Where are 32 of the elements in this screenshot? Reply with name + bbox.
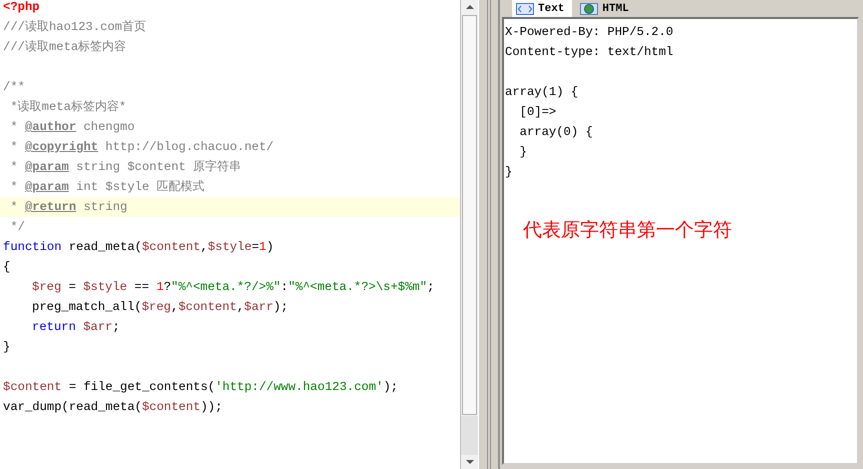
annotation-text: 代表原字符串第一个字符 <box>523 218 733 243</box>
output-line: [0]=> <box>518 104 558 121</box>
output-line: array(0) { <box>518 124 594 141</box>
output-line: X-Powered-By: PHP/5.2.0 <box>505 24 674 41</box>
code-line: * @param string $content 原字符串 <box>9 158 242 176</box>
code-line: var_dump(read_meta($content)); <box>2 399 224 416</box>
tab[interactable]: Text <box>512 0 572 17</box>
code-line: } <box>2 339 12 356</box>
code-line: * @param int $style 匹配模式 <box>9 179 206 196</box>
code-line: <?php <box>2 0 41 16</box>
output-line: } <box>505 164 514 181</box>
scroll-thumb[interactable] <box>462 15 477 415</box>
code-line: */ <box>9 219 26 236</box>
code-line: { <box>2 259 12 276</box>
code-line: /** <box>2 79 26 96</box>
code-line: preg_match_all($reg,$content,$arr); <box>31 299 290 316</box>
output-line: } <box>518 144 528 161</box>
code-line: * @author chengmo <box>9 119 136 136</box>
code-line: ///读取hao123.com首页 <box>2 19 148 36</box>
code-line: $content = file_get_contents('http://www.hao123.com'); <box>2 379 399 396</box>
code-line: *读取meta标签内容* <box>9 99 128 116</box>
code-line: $reg = $style == 1?"%^<meta.*?/>%":"%^<meta.*?>\s+$%m"; <box>31 279 436 296</box>
output-line: Content-type: text/html <box>505 44 674 61</box>
scrollbar[interactable] <box>460 0 478 469</box>
code-tag-icon <box>516 2 534 14</box>
output-line: array(1) { <box>505 84 580 101</box>
code-line: * @copyright http://blog.chacuo.net/ <box>9 139 275 156</box>
globe-icon <box>580 2 598 14</box>
code-line: return $arr; <box>31 319 121 336</box>
tab[interactable]: HTML <box>576 0 637 17</box>
code-line: ///读取meta标签内容 <box>2 39 128 56</box>
code-line: function read_meta($content,$style=1) <box>2 239 275 256</box>
